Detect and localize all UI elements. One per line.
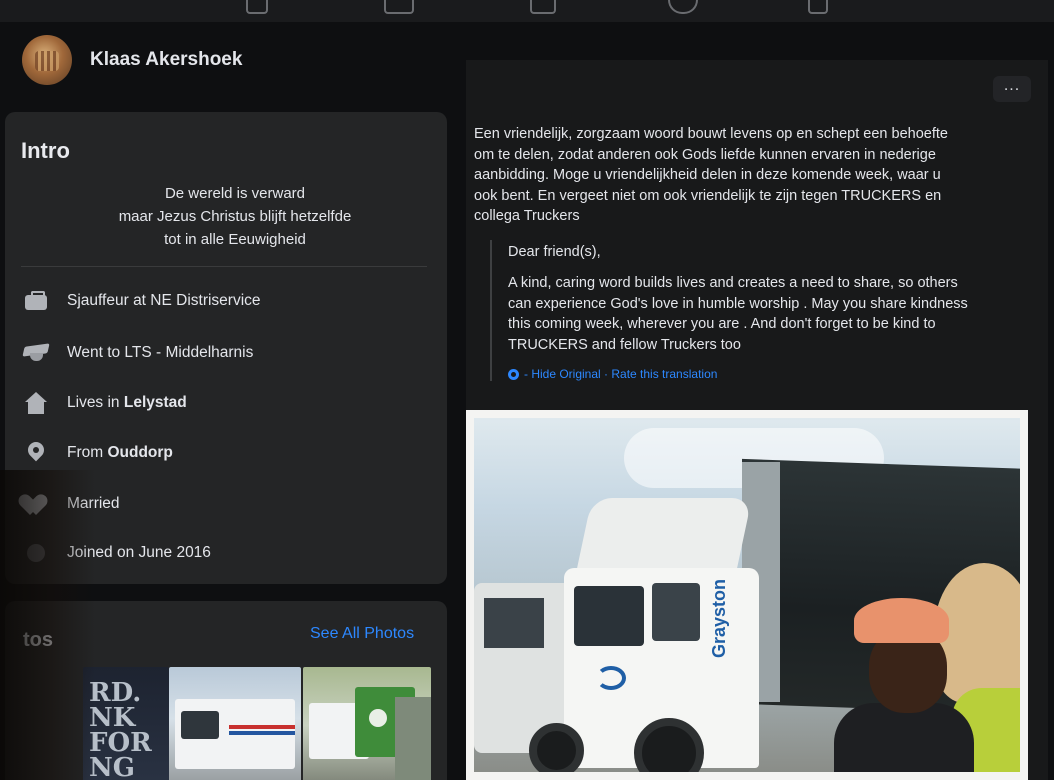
truck-door-window (652, 583, 700, 641)
intro-joined: Joined on June 2016 (23, 541, 211, 565)
nav-icon-2[interactable] (384, 0, 414, 14)
house-icon (23, 391, 49, 415)
divider (21, 266, 427, 267)
gear-icon[interactable] (508, 368, 519, 380)
truck-photo: Grayston (474, 418, 1020, 772)
top-navigation (0, 0, 1054, 22)
person-1-body (834, 703, 974, 772)
intro-relationship: Married (23, 492, 120, 516)
avatar[interactable] (22, 35, 72, 85)
profile-header: Klaas Akershoek (22, 35, 242, 85)
truck-logo (596, 666, 626, 690)
person-1-cap (854, 598, 949, 643)
location-pin-icon (23, 441, 49, 465)
intro-card: Intro De wereld is verward maar Jezus Ch… (5, 112, 447, 584)
bio-line: tot in alle Eeuwigheid (164, 231, 306, 248)
post-line: aanbidding. Moge u vriendelijkheid delen… (474, 167, 941, 183)
photos-title: tos (23, 629, 53, 651)
translation-line: can experience God's love in humble wors… (508, 295, 968, 312)
bio-line: maar Jezus Christus blijft hetzelfde (118, 208, 352, 225)
truck-cab-roof (576, 498, 752, 573)
education-text[interactable]: Went to LTS - Middelharnis (67, 344, 253, 362)
intro-work: Sjauffeur at NE Distriservice (23, 289, 261, 313)
translation-block: Dear friend(s), A kind, caring word buil… (490, 240, 1030, 381)
photos-card: tos See All Photos RD. NK FOR NG UI (5, 601, 447, 780)
intro-from: From Ouddorp (23, 441, 173, 465)
translation-line: TRUCKERS and fellow Truckers too (508, 336, 741, 353)
post-line: om te delen, zodat anderen ook Gods lief… (474, 146, 936, 163)
truck-windshield (574, 586, 644, 646)
truck-brand-text: Grayston (709, 578, 729, 658)
work-text[interactable]: Sjauffeur at NE Distriservice (67, 292, 261, 310)
truck-cab-rear-window (484, 598, 544, 648)
more-options-icon[interactable]: ... (993, 76, 1031, 102)
translation-links: - Hide Original · Rate this translation (508, 367, 1030, 381)
lives-prefix: Lives in (67, 394, 124, 411)
bio-line: De wereld is verward (164, 185, 306, 202)
intro-title: Intro (21, 138, 70, 163)
photo-thumbnail[interactable]: RD. NK FOR NG UI (83, 667, 169, 780)
nav-icon-5[interactable] (808, 0, 828, 14)
post-line: ook bent. En vergeet niet om ook vriende… (474, 187, 942, 204)
from-place[interactable]: Ouddorp (107, 444, 172, 462)
post-original-text: Een vriendelijk, zorgzaam woord bouwt le… (474, 124, 1044, 227)
post-line: Een vriendelijk, zorgzaam woord bouwt le… (474, 126, 948, 142)
briefcase-icon (23, 289, 49, 313)
nav-icon-4[interactable] (668, 0, 698, 14)
post-line: collega Truckers (474, 208, 580, 224)
clock-icon (23, 541, 49, 565)
nav-icon-1[interactable] (246, 0, 268, 14)
translation-body: A kind, caring word builds lives and cre… (508, 273, 1030, 355)
relationship-text: Married (67, 495, 120, 512)
profile-name[interactable]: Klaas Akershoek (90, 49, 242, 71)
thumbnail-text: RD. NK FOR NG UI (89, 678, 152, 780)
intro-lives: Lives in Lelystad (23, 391, 187, 415)
truck-wheel (529, 723, 584, 772)
photo-thumbnail[interactable] (169, 667, 301, 780)
post-photo[interactable]: Grayston (466, 410, 1028, 780)
translation-line: A kind, caring word builds lives and cre… (508, 275, 958, 291)
hide-original-link[interactable]: - Hide Original · Rate this translation (524, 367, 717, 381)
intro-bio: De wereld is verward maar Jezus Christus… (65, 182, 405, 251)
from-prefix: From (67, 444, 108, 461)
graduation-cap-icon (23, 341, 49, 365)
nav-icon-3[interactable] (530, 0, 556, 14)
heart-icon (23, 492, 49, 516)
intro-education: Went to LTS - Middelharnis (23, 341, 253, 365)
translation-greeting: Dear friend(s), (508, 244, 601, 260)
see-all-photos-link[interactable]: See All Photos (310, 625, 414, 643)
photo-thumbnail[interactable] (303, 667, 431, 780)
joined-text: Joined on June 2016 (67, 544, 211, 561)
translation-line: this coming week, wherever you are . And… (508, 316, 936, 332)
lives-place[interactable]: Lelystad (124, 394, 187, 412)
